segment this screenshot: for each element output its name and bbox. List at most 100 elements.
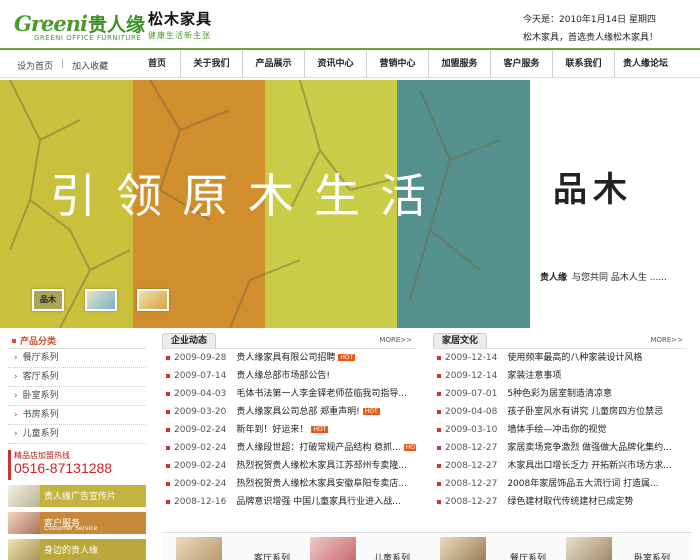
add-favorite-link[interactable]: 加入收藏 <box>72 59 108 72</box>
news-title[interactable]: 贵人缘总部市场部公告! <box>236 371 330 381</box>
news-row[interactable]: 2009-02-24 热烈祝贺贵人缘松木家具安徽阜阳专卖店... <box>162 475 416 493</box>
hotline-number: 0516-87131288 <box>14 460 113 476</box>
gallery-label-dining[interactable]: 餐厅系列 <box>510 551 546 560</box>
banner-thumb-1[interactable]: 品木 <box>32 289 64 311</box>
bullet-icon <box>437 428 441 432</box>
nav-contact[interactable]: 联系我们 <box>552 50 614 78</box>
culture-row[interactable]: 2008-12-27 2008年家居饰品五大流行词 打造属... <box>433 475 687 493</box>
bullet-icon <box>166 500 170 504</box>
news-title[interactable]: 贵人缘家具公司总部 郑重声明! <box>236 407 359 417</box>
news-row[interactable]: 2009-09-28 贵人缘家具有限公司招聘 HOT <box>162 349 416 367</box>
hero-banner[interactable]: 引领原木生活 品木 贵人缘 与您共同 品木人生 ...... 品木 <box>0 80 700 328</box>
banner-thumb-3[interactable] <box>137 289 169 311</box>
header-slogan: 松木家具，首选贵人缘松木家具！ <box>523 33 659 43</box>
category-study[interactable]: 书房系列 <box>8 406 146 425</box>
promo-service-sub: Customer Service <box>44 525 98 532</box>
culture-row[interactable]: 2009-04-08 孩子卧室风水有讲究 儿童房四方位禁忌 <box>433 403 687 421</box>
news-date: 2009-02-24 <box>174 479 227 489</box>
culture-title[interactable]: 家居卖场竞争激烈 做强做大品牌化集约... <box>507 443 671 453</box>
news-date: 2009-09-28 <box>174 353 227 363</box>
site-header: Greeni 贵人缘 GREENI OFFICE FURNITURE 松木家具 … <box>0 0 700 46</box>
news-title[interactable]: 贵人缘段世超：打破常规产品结构 稳抓... <box>236 443 400 453</box>
culture-more-link[interactable]: MORE>> <box>650 336 683 344</box>
news-row[interactable]: 2009-07-14 贵人缘总部市场部公告! <box>162 367 416 385</box>
hot-badge: HOT <box>311 426 329 433</box>
category-dining[interactable]: 餐厅系列 <box>8 349 146 368</box>
culture-row[interactable]: 2008-12-27 家居卖场竞争激烈 做强做大品牌化集约... <box>433 439 687 457</box>
video-thumbnail-image <box>8 485 40 507</box>
nearby-thumbnail-image <box>8 539 40 560</box>
banner-thumb-2[interactable] <box>85 289 117 311</box>
gallery-image-bedroom[interactable] <box>566 537 612 560</box>
promo-video-label: 贵人缘广告宣传片 <box>44 492 117 502</box>
nav-products[interactable]: 产品展示 <box>242 50 304 78</box>
culture-list: 2009-12-14 使用频率最高的八种家装设计风格 2009-12-14 家装注意事… <box>433 349 687 511</box>
bullet-icon <box>437 500 441 504</box>
bullet-icon <box>437 374 441 378</box>
bullet-icon <box>166 464 170 468</box>
culture-title[interactable]: 2008年家居饰品五大流行词 打造属... <box>507 479 658 489</box>
nav-franchise[interactable]: 加盟服务 <box>428 50 490 78</box>
news-date: 2009-03-20 <box>174 407 227 417</box>
promo-customer-service[interactable]: 客户服务 Customer Service <box>8 512 146 534</box>
culture-row[interactable]: 2009-07-01 5种色彩为居室制造清凉意 <box>433 385 687 403</box>
news-row[interactable]: 2008-12-16 品牌意识增强 中国儿童家具行业进入战... <box>162 493 416 511</box>
culture-title[interactable]: 家装注意事项 <box>507 371 561 381</box>
news-more-link[interactable]: MORE>> <box>379 336 412 344</box>
news-row[interactable]: 2009-03-20 贵人缘家具公司总部 郑重声明! HOT <box>162 403 416 421</box>
culture-title[interactable]: 5种色彩为居室制造清凉意 <box>507 389 612 399</box>
nav-customer-service[interactable]: 客户服务 <box>490 50 552 78</box>
nav-home[interactable]: 首页 <box>134 50 180 78</box>
culture-title[interactable]: 孩子卧室风水有讲究 儿童房四方位禁忌 <box>507 407 663 417</box>
promo-nearby[interactable]: 身边的贵人缘 <box>8 539 146 560</box>
set-homepage-link[interactable]: 设为首页 <box>17 59 53 72</box>
gallery-label-living[interactable]: 客厅系列 <box>254 551 290 560</box>
news-title[interactable]: 热烈祝贺贵人缘松木家具江苏邳州专卖隆... <box>236 461 407 471</box>
culture-row[interactable]: 2009-12-14 家装注意事项 <box>433 367 687 385</box>
news-title[interactable]: 贵人缘家具有限公司招聘 <box>236 353 335 363</box>
culture-title[interactable]: 墙体手绘—冲击你的视觉 <box>507 425 606 435</box>
news-row[interactable]: 2009-04-03 毛体书法第一人李金铎老师莅临我司指导... <box>162 385 416 403</box>
left-sidebar: 产品分类 餐厅系列 客厅系列 卧室系列 书房系列 儿童系列 精品店加盟热线 05… <box>8 333 146 560</box>
bullet-icon <box>437 392 441 396</box>
bullet-icon <box>166 446 170 450</box>
news-title[interactable]: 品牌意识增强 中国儿童家具行业进入战... <box>236 497 400 507</box>
news-row[interactable]: 2009-02-24 新年到！好运来！ HOT <box>162 421 416 439</box>
culture-row[interactable]: 2008-12-27 木家具出口增长乏力 开拓新兴市场方求... <box>433 457 687 475</box>
gallery-image-living[interactable] <box>176 537 222 560</box>
culture-date: 2008-12-27 <box>445 461 498 471</box>
culture-date: 2008-12-27 <box>445 497 498 507</box>
service-thumbnail-image <box>8 512 40 534</box>
news-title[interactable]: 毛体书法第一人李金铎老师莅临我司指导... <box>236 389 407 399</box>
nav-news[interactable]: 资讯中心 <box>304 50 366 78</box>
logo-wordmark: Greeni <box>14 10 88 36</box>
culture-title[interactable]: 使用频率最高的八种家装设计风格 <box>507 353 642 363</box>
nav-marketing[interactable]: 营销中心 <box>366 50 428 78</box>
news-row[interactable]: 2009-02-24 热烈祝贺贵人缘松木家具江苏邳州专卖隆... <box>162 457 416 475</box>
nav-forum[interactable]: 贵人缘论坛 <box>614 50 676 78</box>
news-row[interactable]: 2009-02-24 贵人缘段世超：打破常规产品结构 稳抓...HOT <box>162 439 416 457</box>
logo-subtitle: GREENI OFFICE FURNITURE <box>34 34 142 42</box>
news-title[interactable]: 新年到！好运来！ <box>236 425 308 435</box>
greeni-logo[interactable]: Greeni 贵人缘 GREENI OFFICE FURNITURE <box>14 8 145 43</box>
culture-row[interactable]: 2008-12-27 绿色建材取代传统建材已成定势 <box>433 493 687 511</box>
category-bedroom[interactable]: 卧室系列 <box>8 387 146 406</box>
culture-row[interactable]: 2009-12-14 使用频率最高的八种家装设计风格 <box>433 349 687 367</box>
news-title[interactable]: 热烈祝贺贵人缘松木家具安徽阜阳专卖店... <box>236 479 407 489</box>
hot-badge: HOT <box>403 444 416 451</box>
gallery-image-kids[interactable] <box>310 537 356 560</box>
bullet-icon <box>437 464 441 468</box>
gallery-label-bedroom[interactable]: 卧室系列 <box>634 551 670 560</box>
gallery-image-dining[interactable] <box>440 537 486 560</box>
culture-date: 2008-12-27 <box>445 479 498 489</box>
category-living[interactable]: 客厅系列 <box>8 368 146 387</box>
nav-about[interactable]: 关于我们 <box>180 50 242 78</box>
culture-row[interactable]: 2009-03-10 墙体手绘—冲击你的视觉 <box>433 421 687 439</box>
news-panel-title: 企业动态 <box>162 333 217 348</box>
category-kids[interactable]: 儿童系列 <box>8 425 146 444</box>
culture-title[interactable]: 绿色建材取代传统建材已成定势 <box>507 497 633 507</box>
promo-video[interactable]: 贵人缘广告宣传片 <box>8 485 146 507</box>
bullet-icon <box>166 410 170 414</box>
culture-title[interactable]: 木家具出口增长乏力 开拓新兴市场方求... <box>507 461 671 471</box>
gallery-label-kids[interactable]: 儿童系列 <box>374 551 410 560</box>
